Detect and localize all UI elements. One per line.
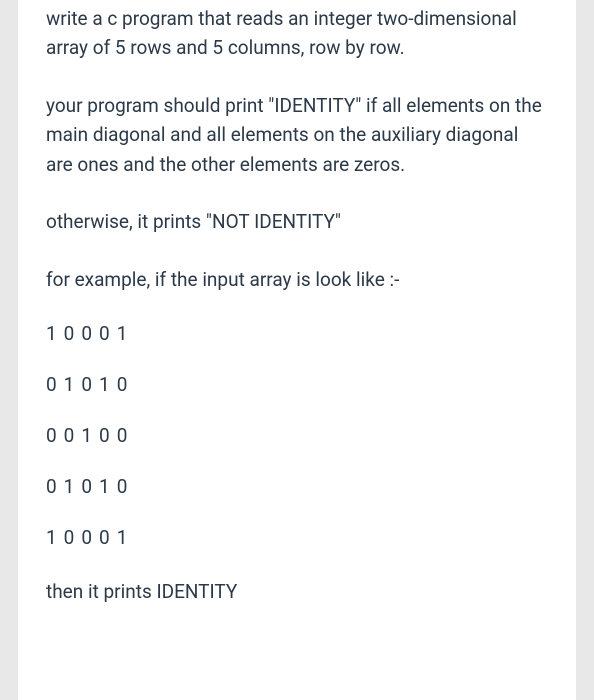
- matrix-row-2: 00100: [46, 410, 548, 461]
- matrix-row-4: 10001: [46, 512, 548, 563]
- paragraph-1: write a c program that reads an integer …: [46, 0, 548, 77]
- document-card: write a c program that reads an integer …: [18, 0, 576, 700]
- matrix-row-0: 10001: [46, 308, 548, 359]
- paragraph-4: for example, if the input array is look …: [46, 251, 548, 308]
- paragraph-2: your program should print "IDENTITY" if …: [46, 77, 548, 193]
- matrix-row-3: 01010: [46, 461, 548, 512]
- paragraph-5: then it prints IDENTITY: [46, 563, 548, 620]
- matrix-row-1: 01010: [46, 359, 548, 410]
- paragraph-3: otherwise, it prints "NOT IDENTITY": [46, 193, 548, 250]
